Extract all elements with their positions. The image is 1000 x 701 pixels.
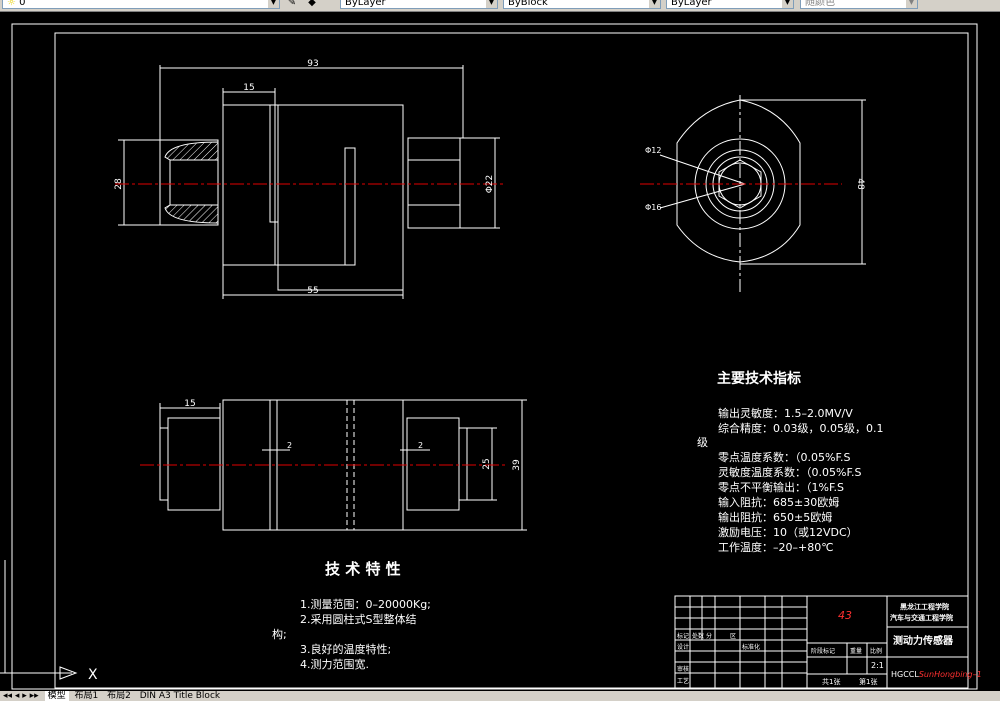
left-hatch-top (164, 141, 219, 161)
dim-93-label: 93 (307, 59, 318, 69)
dim-2-right-label: 2 (418, 441, 423, 450)
dim-55-label: 55 (307, 286, 318, 296)
chevron-down-icon[interactable]: ▼ (268, 0, 279, 8)
ucs-icon (0, 560, 78, 680)
lightbulb-icon: ☼ (7, 0, 16, 8)
chevron-down-icon[interactable]: ▼ (906, 0, 917, 8)
title-block-marker-label: 标记 (677, 632, 689, 640)
dim-phi16-label: Φ16 (645, 203, 661, 212)
dim-2-left-label: 2 (287, 441, 292, 450)
title-block-name: 测动力传感器 (893, 634, 954, 647)
drawing-canvas[interactable]: 93 15 28 Φ22 55 Φ12 Φ16 48 15 2 2 25 39 … (0, 11, 1000, 691)
body-slot-right (344, 147, 356, 266)
specs-line-5: 零点不平衡输出：（1%F.S (718, 480, 844, 494)
body-slot-left (269, 104, 279, 223)
title-block-weight-label: 重量 (850, 647, 862, 655)
bottom-left-block (167, 417, 221, 511)
specs-line-8: 激励电压：10（或12VDC） (718, 525, 858, 539)
plotstyle-value: 随颜色 (805, 0, 835, 8)
body-left-block (222, 104, 276, 266)
specs-line-4: 灵敏度温度系数：（0.05%F.S (718, 465, 862, 479)
tab-nav-arrows[interactable]: ◂◂ ◂ ▸ ▸▸ (0, 691, 42, 701)
title-block-dept: 汽车与交通工程学院 (890, 613, 953, 622)
body-main-block (277, 104, 404, 291)
dim-22-label: Φ22 (485, 175, 495, 194)
specs-line-7: 输出阻抗：650±5欧姆 (718, 510, 832, 524)
ucs-x-label: X (88, 667, 98, 683)
title-block-sheets: 共1张 (822, 677, 840, 686)
layout-tabs: ◂◂ ◂ ▸ ▸▸ 模型 布局1 布局2 DIN A3 Title Block (0, 691, 1000, 701)
dim-48-label: 48 (855, 178, 865, 190)
specs-line-1: 输出灵敏度：1.5–2.0MV/V (718, 406, 853, 420)
features-line-1: 1.测量范围：0–20000Kg; (300, 597, 431, 611)
side-view (659, 99, 866, 265)
bottom-right-cap (458, 427, 468, 501)
title-block-craft-label: 工艺 (677, 677, 689, 685)
front-view (118, 65, 500, 299)
title-block-std-label: 标准化 (742, 643, 760, 651)
title-block-ratio-label: 比例 (870, 647, 882, 655)
dim-39-label: 39 (512, 459, 522, 471)
chevron-down-icon[interactable]: ▼ (782, 0, 793, 8)
specs-line-6: 输入阻抗：685±30欧姆 (718, 495, 839, 509)
tab-layout-2[interactable]: 布局2 (104, 691, 134, 701)
features-wrap: 构; (272, 627, 287, 641)
bottom-left-cap (159, 427, 169, 501)
layer-previous-icon[interactable]: ◆ (306, 0, 318, 9)
dim-phi12-label: Φ12 (645, 146, 661, 155)
title-block-sheet: 第1张 (859, 677, 877, 686)
lineweight-dropdown[interactable]: ByLayer ▼ (666, 0, 794, 9)
title-block-scale: 2:1 (871, 661, 884, 670)
title-block-code: HGCCLSunHongbing–1 (891, 670, 982, 679)
specs-line-9: 工作温度：–20–+80℃ (718, 540, 834, 554)
title-block-school: 黑龙江工程学院 (900, 602, 949, 611)
right-connector (407, 137, 461, 229)
title-block-zone-label: 分 (706, 632, 712, 640)
title-block-review-label: 审核 (677, 665, 689, 673)
features-title: 技 术 特 性 (325, 560, 401, 578)
dim-15b-label: 15 (184, 399, 195, 409)
bottom-right-block (406, 417, 460, 511)
title-block-design-label: 设计 (677, 643, 689, 651)
specs-line-2: 综合精度：0.03级，0.05级，0.1 (718, 421, 883, 435)
layer-value: 0 (19, 0, 26, 8)
lineweight-value: ByLayer (671, 0, 712, 8)
tab-model[interactable]: 模型 (44, 691, 69, 701)
make-current-layer-icon[interactable]: ✎ (286, 0, 298, 9)
title-block-doc-label: 区 (730, 633, 736, 640)
linetype-dropdown[interactable]: ByBlock ▼ (503, 0, 661, 9)
color-value: ByLayer (345, 0, 386, 8)
title-block-count-label: 处数 (692, 632, 704, 640)
chevron-down-icon[interactable]: ▼ (486, 0, 497, 8)
specs-wrap: 级 (697, 436, 708, 449)
color-dropdown[interactable]: ByLayer ▼ (340, 0, 498, 9)
outer-frame (11, 23, 978, 690)
dim-25-label: 25 (482, 458, 492, 469)
dim-28-label: 28 (114, 178, 124, 190)
specs-line-3: 零点温度系数：（0.05%F.S (718, 450, 851, 464)
chevron-down-icon[interactable]: ▼ (649, 0, 660, 8)
title-block-stage-label: 阶段标记 (811, 647, 835, 655)
linetype-value: ByBlock (508, 0, 548, 8)
title-block-number: 43 (838, 609, 852, 622)
features-line-3: 3.良好的温度特性; (300, 642, 391, 656)
left-hatch-bottom (164, 204, 219, 224)
drawing-frame (54, 32, 969, 689)
tab-layout-1[interactable]: 布局1 (71, 691, 101, 701)
title-block-code-suffix: SunHongbing–1 (919, 670, 982, 679)
layer-dropdown[interactable]: ☼ 0 ▼ (2, 0, 280, 9)
features-line-4: 4.测力范围宽. (300, 657, 369, 671)
plotstyle-dropdown[interactable]: 随颜色 ▼ (800, 0, 918, 9)
dim-15-label: 15 (243, 83, 254, 93)
features-line-2: 2.采用圆柱式S型整体结 (300, 612, 416, 626)
side-leader-2 (659, 183, 746, 209)
tab-din-a3[interactable]: DIN A3 Title Block (137, 691, 223, 701)
specs-title: 主要技术指标 (717, 370, 801, 387)
